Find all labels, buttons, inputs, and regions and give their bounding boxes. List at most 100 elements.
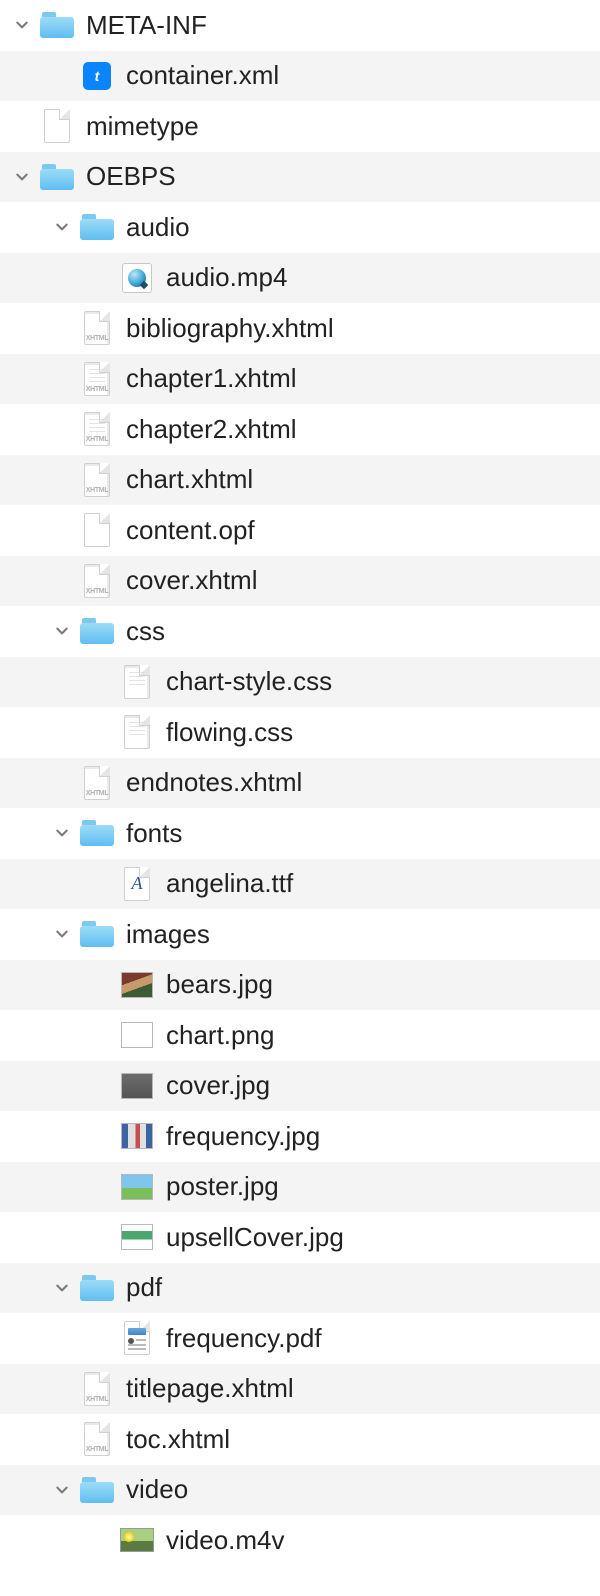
- xhtml-file-icon: XHTML: [80, 311, 114, 345]
- disclosure-chevron-icon[interactable]: [52, 1278, 72, 1298]
- image-thumbnail-icon: [120, 968, 154, 1002]
- tree-item-label: css: [126, 616, 165, 647]
- tree-file-row[interactable]: upsellCover.jpg: [0, 1212, 600, 1263]
- tree-file-row[interactable]: XHTML titlepage.xhtml: [0, 1364, 600, 1415]
- tree-folder-row[interactable]: OEBPS: [0, 152, 600, 203]
- tree-item-label: container.xml: [126, 60, 279, 91]
- tree-file-row[interactable]: flowing.css: [0, 707, 600, 758]
- tree-item-label: bibliography.xhtml: [126, 313, 334, 344]
- tree-folder-row[interactable]: video: [0, 1465, 600, 1516]
- tree-folder-row[interactable]: audio: [0, 202, 600, 253]
- tree-file-row[interactable]: poster.jpg: [0, 1162, 600, 1213]
- disclosure-chevron-icon[interactable]: [12, 15, 32, 35]
- tree-file-row[interactable]: frequency.pdf: [0, 1313, 600, 1364]
- disclosure-chevron-icon[interactable]: [52, 924, 72, 944]
- tree-file-row[interactable]: XHTML chart.xhtml: [0, 455, 600, 506]
- font-file-icon: A: [120, 867, 154, 901]
- tree-folder-row[interactable]: css: [0, 606, 600, 657]
- tree-item-label: video: [126, 1474, 188, 1505]
- tree-file-row[interactable]: XHTML bibliography.xhtml: [0, 303, 600, 354]
- tree-item-label: frequency.jpg: [166, 1121, 320, 1152]
- tree-file-row[interactable]: content.opf: [0, 505, 600, 556]
- tree-file-row[interactable]: audio.mp4: [0, 253, 600, 304]
- tree-item-label: poster.jpg: [166, 1171, 279, 1202]
- xhtml-file-icon: XHTML: [80, 1372, 114, 1406]
- tree-file-row[interactable]: video.m4v: [0, 1515, 600, 1566]
- tree-item-label: cover.jpg: [166, 1070, 270, 1101]
- tree-item-label: content.opf: [126, 515, 255, 546]
- tree-folder-row[interactable]: pdf: [0, 1263, 600, 1314]
- tree-file-row[interactable]: mimetype: [0, 101, 600, 152]
- image-thumbnail-icon: [120, 1119, 154, 1153]
- disclosure-chevron-icon[interactable]: [52, 621, 72, 641]
- folder-icon: [40, 8, 74, 42]
- tree-folder-row[interactable]: META-INF: [0, 0, 600, 51]
- tree-file-row[interactable]: frequency.jpg: [0, 1111, 600, 1162]
- xhtml-file-icon: XHTML: [80, 412, 114, 446]
- tree-item-label: pdf: [126, 1272, 162, 1303]
- tree-item-label: toc.xhtml: [126, 1424, 230, 1455]
- disclosure-chevron-icon[interactable]: [12, 167, 32, 187]
- disclosure-chevron-icon[interactable]: [52, 217, 72, 237]
- image-thumbnail-icon: [120, 1170, 154, 1204]
- tree-item-label: endnotes.xhtml: [126, 767, 302, 798]
- folder-icon: [80, 1271, 114, 1305]
- folder-icon: [80, 816, 114, 850]
- css-file-icon: [120, 665, 154, 699]
- xhtml-file-icon: XHTML: [80, 766, 114, 800]
- tree-item-label: video.m4v: [166, 1525, 285, 1556]
- pdf-file-icon: [120, 1321, 154, 1355]
- image-thumbnail-icon: [120, 1220, 154, 1254]
- tree-item-label: chart.png: [166, 1020, 274, 1051]
- tree-file-row[interactable]: XHTMLchapter1.xhtml: [0, 354, 600, 405]
- tree-item-label: chart-style.css: [166, 666, 332, 697]
- tree-item-label: cover.xhtml: [126, 565, 258, 596]
- image-thumbnail-icon: [120, 1069, 154, 1103]
- tree-file-row[interactable]: XHTML chapter2.xhtml: [0, 404, 600, 455]
- tree-item-label: upsellCover.jpg: [166, 1222, 344, 1253]
- tree-item-label: titlepage.xhtml: [126, 1373, 294, 1404]
- folder-icon: [80, 1473, 114, 1507]
- xml-file-icon: t: [80, 59, 114, 93]
- xhtml-file-icon: XHTML: [80, 1422, 114, 1456]
- tree-file-row[interactable]: t container.xml: [0, 51, 600, 102]
- xhtml-file-icon: XHTML: [80, 564, 114, 598]
- tree-item-label: bears.jpg: [166, 969, 273, 1000]
- tree-item-label: audio: [126, 212, 190, 243]
- tree-file-row[interactable]: chart-style.css: [0, 657, 600, 708]
- folder-icon: [80, 210, 114, 244]
- tree-file-row[interactable]: cover.jpg: [0, 1061, 600, 1112]
- tree-file-row[interactable]: chart.png: [0, 1010, 600, 1061]
- tree-item-label: audio.mp4: [166, 262, 287, 293]
- xhtml-file-icon: XHTML: [80, 463, 114, 497]
- tree-file-row[interactable]: Aangelina.ttf: [0, 859, 600, 910]
- folder-icon: [80, 614, 114, 648]
- tree-file-row[interactable]: bears.jpg: [0, 960, 600, 1011]
- tree-folder-row[interactable]: images: [0, 909, 600, 960]
- folder-icon: [80, 917, 114, 951]
- tree-item-label: fonts: [126, 818, 182, 849]
- tree-item-label: OEBPS: [86, 161, 176, 192]
- tree-item-label: chart.xhtml: [126, 464, 253, 495]
- tree-item-label: chapter2.xhtml: [126, 414, 297, 445]
- tree-item-label: angelina.ttf: [166, 868, 293, 899]
- tree-file-row[interactable]: XHTML toc.xhtml: [0, 1414, 600, 1465]
- generic-file-icon: [80, 513, 114, 547]
- tree-item-label: chapter1.xhtml: [126, 363, 297, 394]
- tree-file-row[interactable]: XHTML cover.xhtml: [0, 556, 600, 607]
- tree-item-label: flowing.css: [166, 717, 293, 748]
- tree-item-label: frequency.pdf: [166, 1323, 322, 1354]
- video-thumbnail-icon: [120, 1523, 154, 1557]
- disclosure-chevron-icon[interactable]: [52, 1480, 72, 1500]
- disclosure-chevron-icon[interactable]: [52, 823, 72, 843]
- tree-item-label: META-INF: [86, 10, 207, 41]
- image-thumbnail-icon: [120, 1018, 154, 1052]
- tree-folder-row[interactable]: fonts: [0, 808, 600, 859]
- tree-item-label: mimetype: [86, 111, 199, 142]
- file-tree: META-INF t container.xml mimetype OEBPS audio…: [0, 0, 600, 1566]
- folder-icon: [40, 160, 74, 194]
- tree-item-label: images: [126, 919, 210, 950]
- css-file-icon: [120, 715, 154, 749]
- quicktime-file-icon: [120, 261, 154, 295]
- tree-file-row[interactable]: XHTML endnotes.xhtml: [0, 758, 600, 809]
